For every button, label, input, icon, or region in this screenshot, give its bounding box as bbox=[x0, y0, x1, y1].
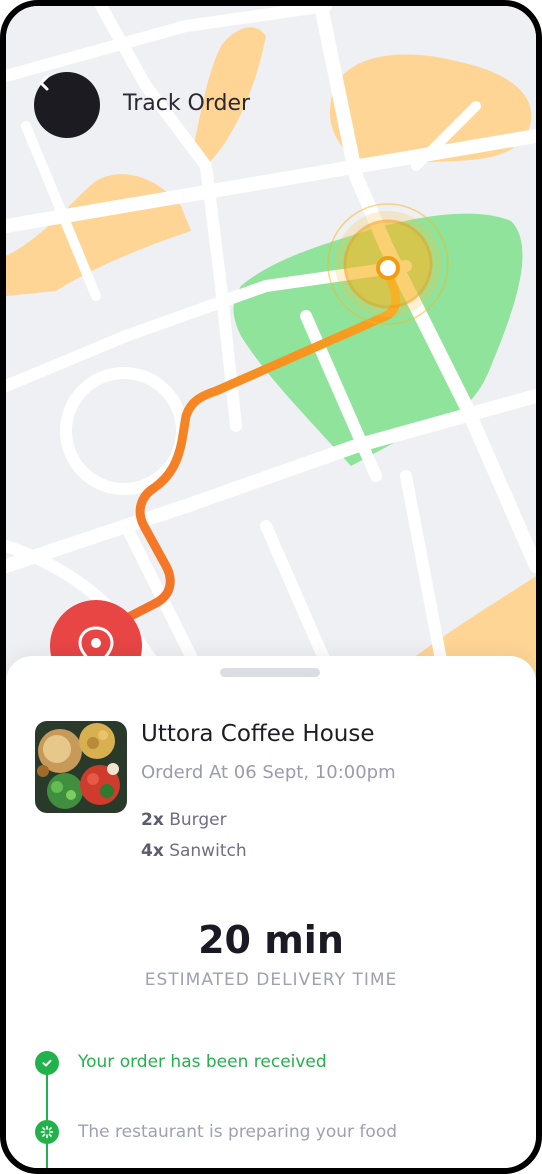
map-roundabout bbox=[60, 367, 188, 495]
restaurant-name: Uttora Coffee House bbox=[141, 721, 375, 747]
order-item: 4x Sanwitch bbox=[141, 841, 247, 861]
loading-spinner-icon bbox=[35, 1120, 59, 1144]
item-name: Sanwitch bbox=[169, 841, 247, 861]
chevron-left-icon bbox=[39, 75, 49, 91]
back-button[interactable] bbox=[34, 72, 100, 138]
timeline-step-preparing: The restaurant is preparing your food bbox=[78, 1122, 398, 1142]
item-quantity: 2x bbox=[141, 810, 164, 830]
order-details-sheet: Uttora Coffee House Orderd At 06 Sept, 1… bbox=[6, 656, 536, 1168]
item-quantity: 4x bbox=[141, 841, 164, 861]
eta-label: ESTIMATED DELIVERY TIME bbox=[144, 970, 398, 990]
page-title: Track Order bbox=[123, 91, 251, 116]
eta-value: 20 min bbox=[198, 918, 344, 962]
phone-frame: Track Order Uttora Coffee House Orderd A… bbox=[0, 0, 542, 1174]
location-target-icon[interactable] bbox=[327, 203, 449, 325]
sheet-drag-handle[interactable] bbox=[220, 668, 320, 677]
check-icon bbox=[35, 1051, 59, 1075]
timeline-connector bbox=[46, 1063, 48, 1168]
order-item: 2x Burger bbox=[141, 810, 227, 830]
item-name: Burger bbox=[169, 810, 227, 830]
map-view[interactable]: Track Order bbox=[6, 6, 536, 686]
food-thumbnail bbox=[35, 721, 127, 813]
order-timestamp: Orderd At 06 Sept, 10:00pm bbox=[141, 762, 396, 783]
timeline-step-received: Your order has been received bbox=[78, 1052, 327, 1072]
